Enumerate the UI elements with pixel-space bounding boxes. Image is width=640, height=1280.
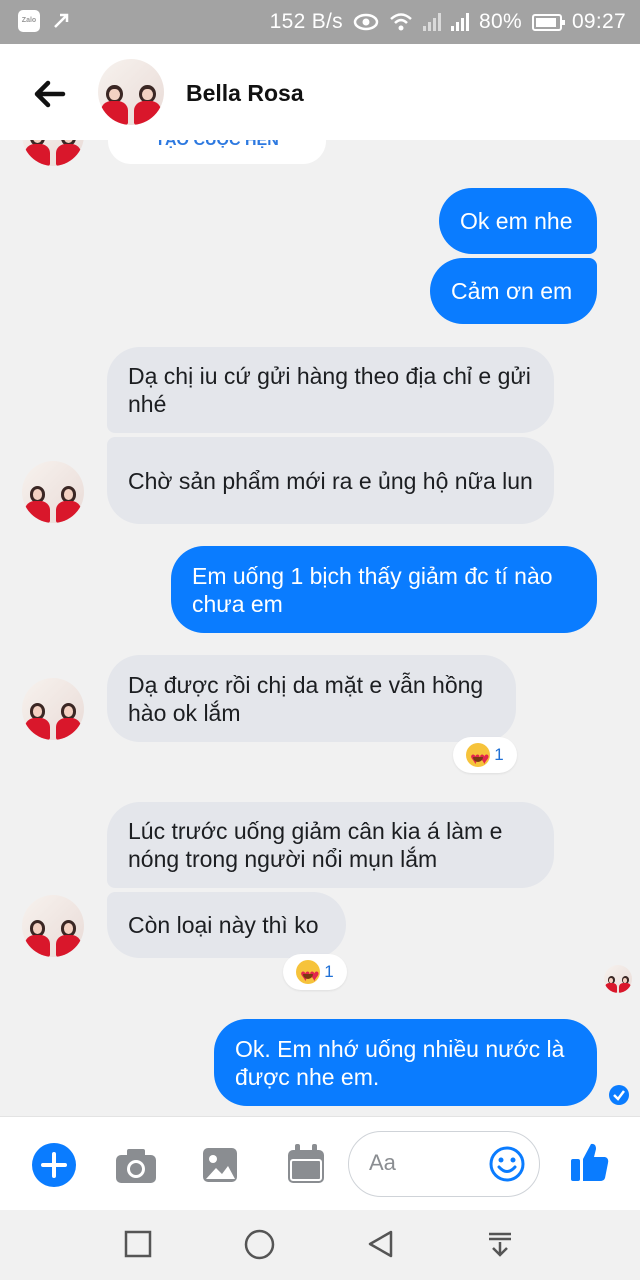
back-nav-button[interactable]: [366, 1229, 394, 1259]
message-composer: [0, 1116, 640, 1210]
sender-avatar[interactable]: [22, 461, 84, 523]
network-speed: 152 B/s: [269, 10, 343, 33]
message-bubble-incoming[interactable]: Dạ chị iu cứ gửi hàng theo địa chỉ e gửi…: [107, 347, 554, 433]
reaction-count: 1: [324, 962, 334, 981]
message-bubble-incoming[interactable]: Chờ sản phẩm mới ra e ủng hộ nữa lun: [107, 437, 554, 524]
zalo-icon: Zalo: [18, 10, 40, 32]
gallery-button[interactable]: [201, 1146, 239, 1184]
message-bubble-incoming[interactable]: Còn loại này thì ko: [107, 892, 346, 958]
plus-button[interactable]: [32, 1143, 76, 1187]
message-input[interactable]: [369, 1150, 479, 1176]
chat-header: Bella Rosa: [0, 44, 640, 140]
signal-icon-2: [451, 13, 469, 31]
message-input-box[interactable]: [348, 1131, 540, 1197]
message-reaction[interactable]: ♥♥ 1: [453, 737, 517, 773]
system-nav-bar: [0, 1210, 640, 1280]
sender-avatar[interactable]: [22, 895, 84, 957]
sender-avatar[interactable]: [22, 678, 84, 740]
home-button[interactable]: [244, 1229, 275, 1260]
message-bubble-outgoing[interactable]: Ok em nhe: [439, 188, 597, 254]
message-bubble-outgoing[interactable]: Em uống 1 bịch thấy giảm đc tí nào chưa …: [171, 546, 597, 633]
wifi-icon: [390, 13, 412, 31]
battery-percent: 80%: [479, 10, 522, 33]
battery-icon: [531, 13, 565, 31]
message-bubble-outgoing[interactable]: Ok. Em nhớ uống nhiều nước là được nhe e…: [214, 1019, 597, 1106]
status-bar: Zalo 152 B/s 80% 09:27: [0, 0, 640, 44]
clock: 09:27: [571, 10, 626, 33]
calendar-icon: [288, 1144, 324, 1183]
message-reaction[interactable]: ♥♥ 1: [283, 954, 347, 990]
calendar-button[interactable]: [286, 1143, 326, 1185]
camera-button[interactable]: [114, 1147, 158, 1185]
contact-avatar[interactable]: [98, 59, 164, 125]
contact-name[interactable]: Bella Rosa: [186, 80, 304, 107]
message-bubble-incoming[interactable]: Dạ được rồi chị da mặt e vẫn hồng hào ok…: [107, 655, 516, 742]
recents-button[interactable]: [124, 1230, 152, 1258]
arrow-left-icon: [34, 80, 66, 108]
delivered-check-icon: [609, 1085, 629, 1105]
emoji-icon[interactable]: [489, 1146, 525, 1182]
message-bubble-incoming[interactable]: Lúc trước uống giảm cân kia á làm e nóng…: [107, 802, 554, 888]
signal-icon-1: [423, 13, 441, 31]
like-button[interactable]: [570, 1141, 610, 1183]
notification-pulldown-button[interactable]: [486, 1230, 514, 1258]
image-icon: [203, 1148, 237, 1182]
eye-icon: [353, 13, 379, 31]
back-button[interactable]: [30, 74, 70, 114]
notification-arrow-icon: [54, 13, 69, 28]
message-bubble-outgoing[interactable]: Cảm ơn em: [430, 258, 597, 324]
thumbs-up-icon: [571, 1143, 609, 1181]
seen-avatar: [604, 965, 632, 993]
camera-icon: [116, 1149, 156, 1183]
heart-eyes-emoji-icon: ♥♥: [296, 960, 321, 985]
plus-icon: [32, 1143, 76, 1187]
heart-eyes-emoji-icon: ♥♥: [466, 743, 491, 768]
reaction-count: 1: [494, 745, 504, 764]
